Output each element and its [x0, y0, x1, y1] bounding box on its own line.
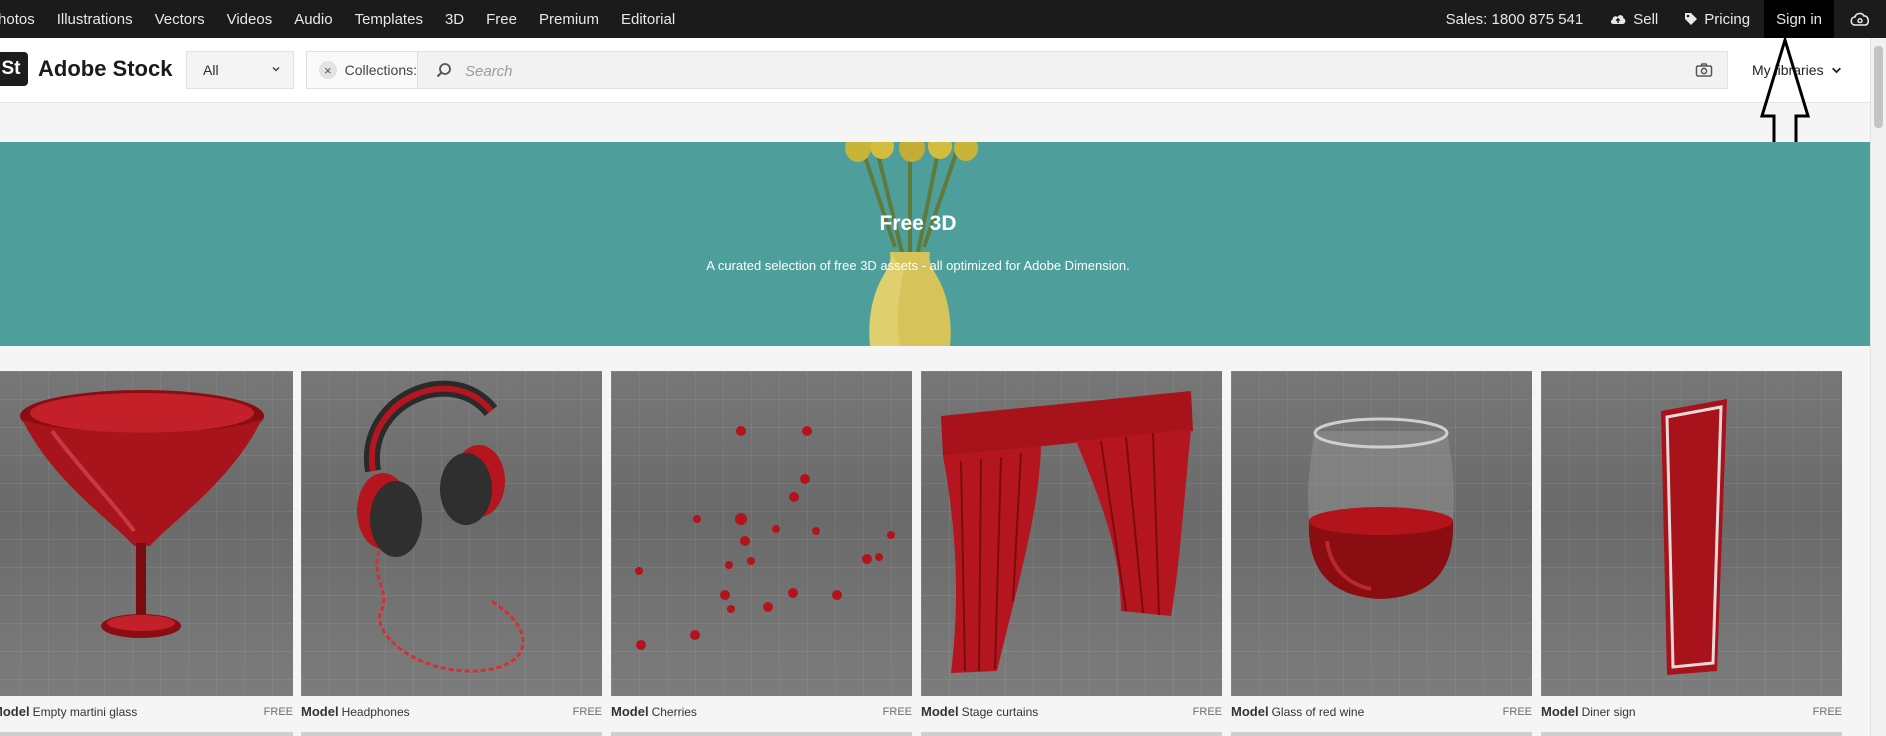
nav-link-illustrations[interactable]: Illustrations: [57, 11, 133, 28]
close-icon[interactable]: ×: [319, 61, 337, 79]
free-badge: FREE: [1502, 706, 1532, 718]
asset-caption: Model Headphones FREE: [301, 704, 602, 724]
chevron-down-icon: [272, 66, 280, 72]
chip-label: Collections:: [344, 62, 417, 78]
account-links: Sales: 1800 875 541 Sell Pricing Sign in: [1446, 0, 1886, 38]
asset-caption: ModelEmpty martini glass FREE: [0, 704, 293, 724]
nav-link-vectors[interactable]: Vectors: [155, 11, 205, 28]
asset-caption: Model Stage curtains FREE: [921, 704, 1222, 724]
asset-card[interactable]: Model Stage curtains FREE: [921, 371, 1222, 736]
asset-caption: Model Cherries FREE: [611, 704, 912, 724]
headphones-image: [357, 380, 525, 673]
sales-phone: Sales: 1800 875 541: [1445, 10, 1584, 28]
search-box: × Collections:: [306, 51, 1728, 89]
nav-link-3d[interactable]: 3D: [445, 11, 464, 28]
free-badge: FREE: [882, 706, 912, 718]
camera-icon[interactable]: [1695, 62, 1713, 78]
asset-type: Model: [301, 704, 339, 719]
chevron-down-icon: [1831, 67, 1841, 73]
category-links: Photos Illustrations Vectors Videos Audi…: [0, 0, 697, 38]
cherries-image: [635, 426, 895, 650]
asset-type: Model: [921, 704, 959, 719]
free-badge: FREE: [1192, 706, 1222, 718]
search-scope-dropdown[interactable]: All: [186, 51, 294, 89]
divider: [301, 732, 602, 736]
nav-link-premium[interactable]: Premium: [539, 11, 599, 28]
divider: [611, 732, 912, 736]
martini-glass-image: [20, 390, 264, 638]
search-icon: [436, 63, 451, 78]
divider: [0, 732, 293, 736]
asset-card[interactable]: Model Cherries FREE: [611, 371, 912, 736]
search-input[interactable]: [463, 56, 1647, 86]
flower-vase-illustration: [845, 142, 978, 346]
hero-subtitle: A curated selection of free 3D assets - …: [706, 258, 1130, 273]
creative-cloud-icon: [1850, 12, 1870, 26]
asset-thumbnail[interactable]: [921, 371, 1222, 696]
free-badge: FREE: [1812, 706, 1842, 718]
nav-link-videos[interactable]: Videos: [227, 11, 273, 28]
asset-caption: Model Glass of red wine FREE: [1231, 704, 1532, 724]
divider: [921, 732, 1222, 736]
asset-name[interactable]: Cherries: [652, 705, 697, 719]
asset-card[interactable]: Model Glass of red wine FREE: [1231, 371, 1532, 736]
asset-thumbnail[interactable]: [1541, 371, 1842, 696]
pricing-label: Pricing: [1704, 10, 1751, 28]
nav-link-free[interactable]: Free: [486, 11, 517, 28]
asset-type: Model: [0, 704, 30, 719]
asset-name[interactable]: Headphones: [342, 705, 410, 719]
nav-link-templates[interactable]: Templates: [355, 11, 423, 28]
top-nav: Photos Illustrations Vectors Videos Audi…: [0, 0, 1886, 38]
collections-filter-chip: × Collections:: [307, 52, 418, 88]
scrollbar-thumb[interactable]: [1874, 46, 1883, 128]
hero-title: Free 3D: [879, 212, 957, 235]
nav-link-editorial[interactable]: Editorial: [621, 11, 675, 28]
nav-link-photos[interactable]: Photos: [0, 11, 35, 28]
tag-icon: [1685, 13, 1698, 25]
asset-type: Model: [1231, 704, 1269, 719]
upload-cloud-icon: [1611, 15, 1626, 24]
asset-name[interactable]: Empty martini glass: [33, 705, 138, 719]
asset-card[interactable]: ModelEmpty martini glass FREE: [0, 371, 293, 736]
asset-card[interactable]: Model Headphones FREE: [301, 371, 602, 736]
divider: [1541, 732, 1842, 736]
wine-glass-image: [1307, 417, 1455, 599]
asset-thumbnail[interactable]: [611, 371, 912, 696]
asset-thumbnail[interactable]: [301, 371, 602, 696]
sell-link[interactable]: Sell: [1609, 11, 1658, 28]
diner-sign-image: [1661, 399, 1727, 675]
asset-caption: Model Diner sign FREE: [1541, 704, 1842, 724]
asset-name[interactable]: Glass of red wine: [1272, 705, 1365, 719]
nav-link-audio[interactable]: Audio: [294, 11, 332, 28]
asset-card[interactable]: Model Diner sign FREE: [1541, 371, 1842, 736]
results-grid: ModelEmpty martini glass FREE ModelHeadp…: [0, 371, 1860, 736]
asset-thumbnail[interactable]: [0, 371, 293, 696]
pricing-link[interactable]: Pricing: [1684, 11, 1750, 28]
divider: [1231, 732, 1532, 736]
search-header: St Adobe Stock All × Collections: My lib…: [0, 38, 1886, 103]
scope-value: All: [203, 62, 219, 78]
adobe-stock-logo[interactable]: St: [0, 52, 28, 86]
asset-name[interactable]: Diner sign: [1582, 705, 1636, 719]
creative-cloud-button[interactable]: [1834, 0, 1886, 38]
asset-type: Model: [611, 704, 649, 719]
free-badge: FREE: [572, 706, 602, 718]
asset-name[interactable]: Stage curtains: [962, 705, 1039, 719]
stage-curtains-image: [941, 391, 1193, 673]
sell-label: Sell: [1633, 10, 1659, 28]
hero-banner: Free 3D A curated selection of free 3D a…: [0, 142, 1870, 346]
page-scrollbar[interactable]: [1870, 38, 1886, 736]
free-badge: FREE: [263, 706, 293, 718]
asset-type: Model: [1541, 704, 1579, 719]
asset-thumbnail[interactable]: [1231, 371, 1532, 696]
brand-name[interactable]: Adobe Stock: [38, 56, 172, 82]
sign-in-button[interactable]: Sign in: [1764, 0, 1834, 38]
